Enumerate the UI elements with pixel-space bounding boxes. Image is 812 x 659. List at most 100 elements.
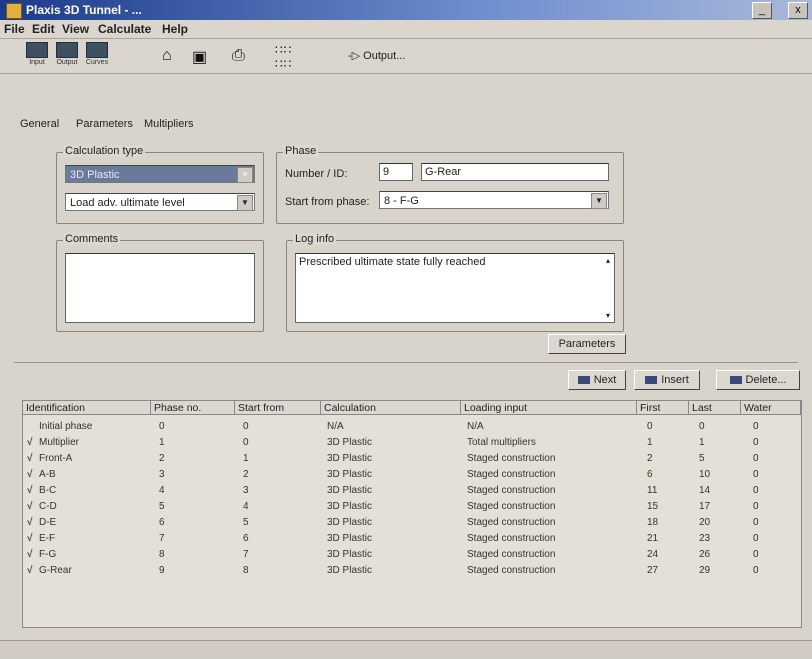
curves-button[interactable]: Curves: [84, 42, 110, 70]
cell-calculation: 3D Plastic: [327, 533, 373, 544]
app-icon: [6, 3, 22, 19]
table-row[interactable]: √ B-C 4 3 3D Plastic Staged construction 11 14 0: [23, 485, 801, 500]
divider: [14, 362, 798, 363]
cell-identification: Multiplier: [39, 437, 80, 448]
cell-water: 0: [753, 565, 759, 576]
menu-edit[interactable]: Edit: [32, 22, 55, 36]
cell-first: 18: [647, 517, 659, 528]
tab-multipliers[interactable]: Multipliers: [144, 118, 194, 130]
cell-first: 11: [647, 485, 658, 496]
check-icon: √: [27, 517, 33, 528]
cell-start-from: 3: [243, 485, 249, 496]
delete-icon: [729, 376, 742, 385]
cell-identification: Front-A: [39, 453, 73, 464]
cell-last: 23: [699, 533, 711, 544]
cell-identification: A-B: [39, 469, 56, 480]
table-row[interactable]: Initial phase 0 0 N/A N/A 0 0 0: [23, 421, 801, 436]
cell-start-from: 2: [243, 469, 249, 480]
select-points-icon[interactable]: ∷∷ ∷∷: [275, 43, 292, 71]
window-title: Plaxis 3D Tunnel - ...: [26, 3, 142, 17]
header-calculation[interactable]: Calculation: [321, 401, 461, 415]
comments-field[interactable]: [65, 253, 255, 323]
phase-id-field[interactable]: G-Rear: [421, 163, 609, 181]
cell-last: 1: [699, 437, 705, 448]
cell-calculation: 3D Plastic: [327, 549, 373, 560]
insert-icon: [645, 376, 658, 385]
cell-loading-input: N/A: [467, 421, 484, 432]
menu-view[interactable]: View: [62, 22, 89, 36]
log-info-field[interactable]: Prescribed ultimate state fully reached …: [295, 253, 615, 323]
table-row[interactable]: √ G-Rear 9 8 3D Plastic Staged construction 27…: [23, 565, 801, 580]
calculation-type-select[interactable]: 3D Plastic ▼: [65, 165, 255, 183]
cell-water: 0: [753, 437, 759, 448]
header-first[interactable]: First: [637, 401, 689, 415]
cell-start-from: 8: [243, 565, 249, 576]
start-phase-select[interactable]: 8 - F-G ▼: [379, 191, 609, 209]
header-identification[interactable]: Identification: [23, 401, 151, 415]
cell-phase-no: 3: [159, 469, 165, 480]
header-start-from[interactable]: Start from: [235, 401, 321, 415]
close-icon[interactable]: x: [788, 2, 808, 19]
menu-calculate[interactable]: Calculate: [98, 22, 151, 36]
cell-calculation: 3D Plastic: [327, 469, 373, 480]
cell-water: 0: [753, 533, 759, 544]
menu-help[interactable]: Help: [162, 22, 188, 36]
cell-phase-no: 1: [159, 437, 165, 448]
input-icon: [26, 42, 48, 58]
cell-last: 5: [699, 453, 705, 464]
delete-button[interactable]: Delete...: [716, 370, 800, 390]
cell-loading-input: Staged construction: [467, 517, 556, 528]
start-from-label: Start from phase:: [285, 196, 370, 208]
tab-parameters[interactable]: Parameters: [76, 118, 133, 130]
next-button[interactable]: Next: [568, 370, 626, 390]
output-button[interactable]: Output: [54, 42, 80, 70]
save-icon[interactable]: ▣: [192, 47, 207, 67]
insert-button[interactable]: Insert: [634, 370, 700, 390]
log-info-text: Prescribed ultimate state fully reached: [299, 256, 486, 268]
open-icon[interactable]: ⌂: [162, 47, 172, 65]
loading-type-select[interactable]: Load adv. ultimate level ▼: [65, 193, 255, 211]
header-last[interactable]: Last: [689, 401, 741, 415]
parameters-button[interactable]: Parameters: [548, 334, 626, 354]
cell-water: 0: [753, 469, 759, 480]
output-link[interactable]: -▷ Output...: [348, 49, 405, 62]
table-row[interactable]: √ F-G 8 7 3D Plastic Staged construction 24 26 0: [23, 549, 801, 564]
phase-number-field[interactable]: 9: [379, 163, 413, 181]
cell-start-from: 5: [243, 517, 249, 528]
cell-phase-no: 6: [159, 517, 165, 528]
check-icon: √: [27, 485, 33, 496]
log-info-group: Log info Prescribed ultimate state fully…: [286, 233, 624, 332]
chevron-down-icon[interactable]: ▼: [591, 193, 607, 209]
cell-identification: Initial phase: [39, 421, 93, 432]
input-button[interactable]: Input: [24, 42, 50, 70]
table-row[interactable]: √ E-F 7 6 3D Plastic Staged construction 21 23 0: [23, 533, 801, 548]
header-water[interactable]: Water: [741, 401, 801, 415]
cell-calculation: 3D Plastic: [327, 565, 373, 576]
chevron-down-icon[interactable]: ▼: [237, 167, 253, 183]
cell-identification: F-G: [39, 549, 57, 560]
table-row[interactable]: √ Front-A 2 1 3D Plastic Staged construction 2…: [23, 453, 801, 468]
tab-general[interactable]: General: [20, 118, 59, 130]
chevron-down-icon[interactable]: ▼: [237, 195, 253, 211]
table-row[interactable]: √ D-E 6 5 3D Plastic Staged construction 18 20 0: [23, 517, 801, 532]
minimize-icon[interactable]: _: [752, 2, 772, 19]
check-icon: √: [27, 469, 33, 480]
table-row[interactable]: √ Multiplier 1 0 3D Plastic Total multipliers…: [23, 437, 801, 452]
cell-start-from: 0: [243, 421, 249, 432]
scroll-down-icon[interactable]: ▾: [606, 311, 610, 320]
check-icon: √: [27, 501, 33, 512]
toolbar: Input Output Curves ⌂ ▣ ⎙ ∷∷ ∷∷ -▷ Output…: [0, 39, 812, 74]
curves-icon: [86, 42, 108, 58]
cell-calculation: 3D Plastic: [327, 453, 373, 464]
menu-file[interactable]: File: [4, 22, 25, 36]
cell-phase-no: 9: [159, 565, 165, 576]
header-loading-input[interactable]: Loading input: [461, 401, 637, 415]
print-icon[interactable]: ⎙: [232, 47, 245, 65]
cell-phase-no: 5: [159, 501, 165, 512]
header-phase-no[interactable]: Phase no.: [151, 401, 235, 415]
check-icon: √: [27, 549, 33, 560]
table-row[interactable]: √ A-B 3 2 3D Plastic Staged construction 6 10 0: [23, 469, 801, 484]
scroll-up-icon[interactable]: ▴: [606, 256, 610, 265]
phase-group: Phase Number / ID: 9 G-Rear Start from p…: [276, 145, 624, 224]
table-row[interactable]: √ C-D 5 4 3D Plastic Staged construction 15 17 0: [23, 501, 801, 516]
